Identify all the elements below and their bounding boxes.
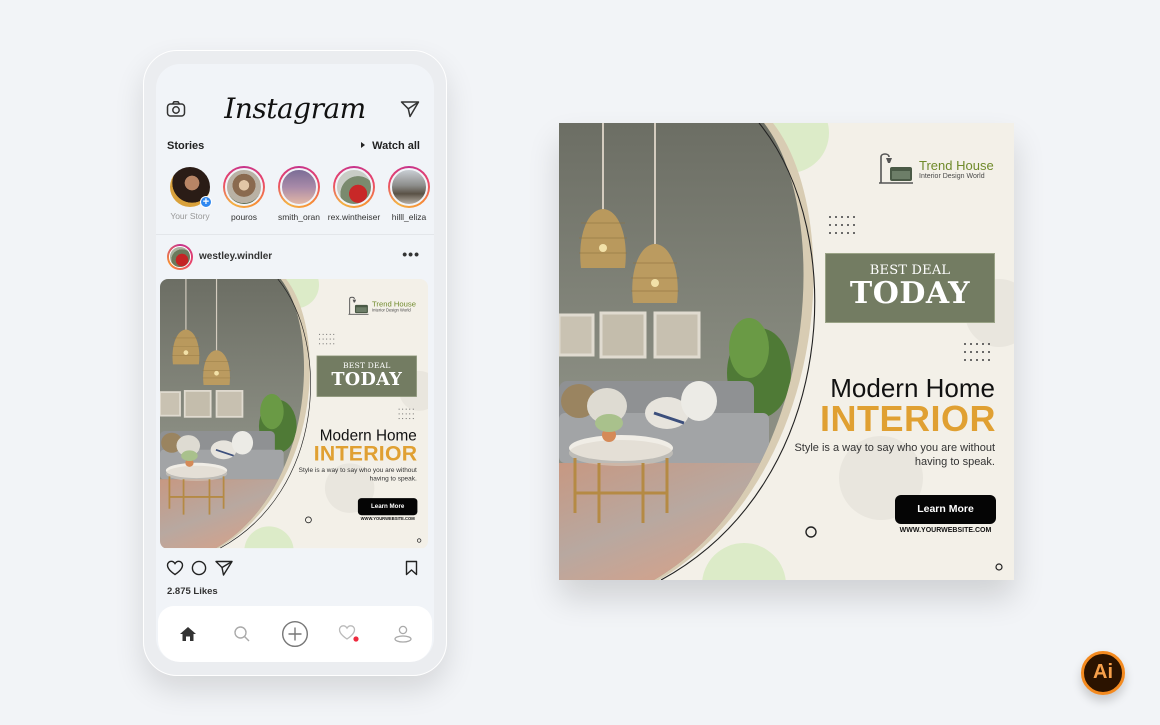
sofa-lamp-icon — [879, 153, 913, 184]
instagram-header: Instagram — [156, 92, 434, 128]
story-item[interactable]: hilll_eliza — [379, 166, 434, 222]
ad-creative: Trend House Interior Design World BEST D… — [559, 123, 1014, 580]
watch-all-button[interactable]: Watch all — [361, 140, 420, 152]
share-icon[interactable] — [215, 560, 233, 576]
story-ring — [388, 166, 430, 208]
dot-pattern — [397, 406, 416, 420]
play-icon — [361, 142, 366, 148]
likes-count: 2.875 Likes — [167, 586, 218, 597]
story-name: pouros — [231, 212, 257, 222]
best-deal-banner: BEST DEAL TODAY — [825, 253, 995, 323]
avatar-image — [169, 246, 191, 268]
website-url: WWW.YOURWEBSITE.COM — [899, 527, 992, 534]
adobe-illustrator-badge: Ai — [1081, 651, 1125, 695]
brand-logo: Trend House Interior Design World — [877, 151, 997, 185]
bookmark-icon[interactable] — [405, 560, 418, 576]
home-icon — [180, 627, 196, 641]
nav-profile[interactable] — [389, 620, 417, 648]
post-username[interactable]: westley.windler — [199, 251, 272, 262]
story-avatar — [390, 168, 428, 206]
notification-dot — [353, 636, 359, 642]
nav-activity[interactable] — [336, 620, 364, 648]
add-post-icon — [281, 620, 309, 648]
story-name: smith_oran — [277, 212, 321, 222]
learn-more-button[interactable]: Learn More — [895, 495, 996, 524]
social-media-post-preview: Trend House Interior Design World BEST D… — [559, 123, 1014, 580]
story-ring — [333, 166, 375, 208]
brand-tagline: Interior Design World — [372, 308, 411, 313]
story-item[interactable]: smith_oran — [269, 166, 329, 222]
stories-row: + Your Story pouros smith_oran rex.winth… — [166, 166, 434, 224]
bottom-navigation — [158, 606, 432, 662]
dot-pattern — [317, 332, 336, 345]
like-heart-icon[interactable] — [166, 560, 184, 576]
website-url: WWW.YOURWEBSITE.COM — [360, 516, 415, 522]
phone-mockup: Instagram Stories Watch all + Your Story… — [143, 50, 447, 676]
story-item[interactable]: pouros — [214, 166, 274, 222]
post-actions — [166, 560, 418, 580]
stories-header: Stories Watch all — [167, 140, 420, 156]
comment-icon[interactable] — [191, 560, 207, 576]
stories-label: Stories — [167, 140, 205, 152]
best-deal-banner: BEST DEAL TODAY — [316, 355, 417, 397]
add-story-icon[interactable]: + — [200, 196, 212, 208]
post-header: westley.windler ••• — [167, 244, 420, 270]
brand-logo: Trend House Interior Design World — [347, 295, 418, 315]
deal-line2: TODAY — [331, 369, 403, 390]
sofa-lamp-icon — [348, 296, 369, 315]
learn-more-button[interactable]: Learn More — [357, 498, 418, 516]
story-name: hilll_eliza — [391, 212, 427, 222]
brand-name: Trend House — [372, 299, 417, 309]
brand-name: Trend House — [919, 158, 994, 173]
divider — [156, 234, 434, 235]
headline-line2: INTERIOR — [313, 440, 418, 466]
story-ring — [278, 166, 320, 208]
story-name: rex.wintheiser — [327, 212, 381, 222]
ad-creative-preview: Trend House Interior Design World BEST D… — [160, 279, 428, 549]
dot-pattern — [962, 340, 992, 362]
instagram-screen: Instagram Stories Watch all + Your Story… — [156, 64, 434, 662]
story-avatar — [225, 168, 263, 206]
nav-new-post[interactable] — [281, 620, 309, 648]
story-item[interactable]: rex.wintheiser — [324, 166, 384, 222]
story-name: Your Story — [170, 211, 210, 221]
search-icon — [234, 626, 250, 642]
instagram-logo: Instagram — [224, 92, 366, 125]
profile-icon — [394, 625, 412, 643]
watch-all-label: Watch all — [372, 140, 420, 152]
post-author-avatar[interactable] — [167, 244, 193, 270]
direct-message-icon[interactable] — [400, 100, 420, 118]
story-ring — [223, 166, 265, 208]
story-item-own[interactable]: + Your Story — [160, 166, 220, 221]
deal-line2: TODAY — [849, 276, 971, 311]
brand-tagline: Interior Design World — [919, 173, 985, 180]
story-avatar — [280, 168, 318, 206]
post-image[interactable]: Trend House Interior Design World BEST D… — [160, 279, 428, 549]
nav-home[interactable] — [174, 620, 202, 648]
ad-tagline: Style is a way to say who you are withou… — [298, 466, 417, 483]
nav-search[interactable] — [228, 620, 256, 648]
more-options-icon[interactable]: ••• — [402, 246, 420, 262]
ad-tagline: Style is a way to say who you are withou… — [794, 442, 995, 468]
story-avatar — [335, 168, 373, 206]
activity-heart-icon — [338, 625, 359, 642]
dot-pattern — [827, 213, 857, 235]
headline-line2: INTERIOR — [819, 398, 996, 439]
story-avatar: + — [170, 167, 212, 208]
